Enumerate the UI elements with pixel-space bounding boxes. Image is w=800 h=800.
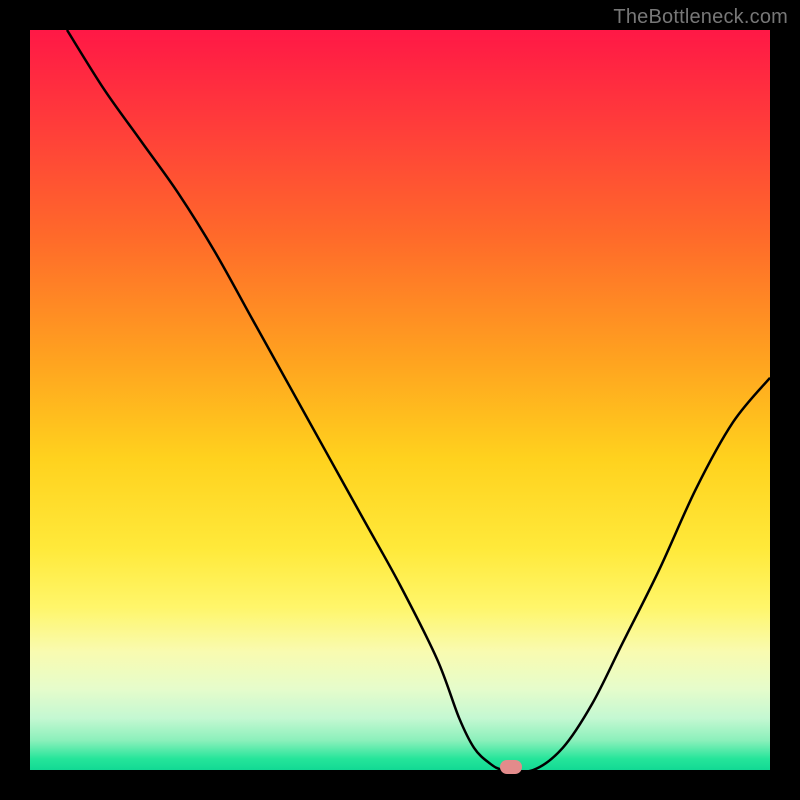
curve-svg <box>30 30 770 770</box>
watermark-text: TheBottleneck.com <box>613 6 788 29</box>
optimal-marker <box>500 760 522 774</box>
plot-area <box>30 30 770 770</box>
chart-container: TheBottleneck.com <box>0 0 800 800</box>
bottleneck-curve <box>67 30 770 770</box>
